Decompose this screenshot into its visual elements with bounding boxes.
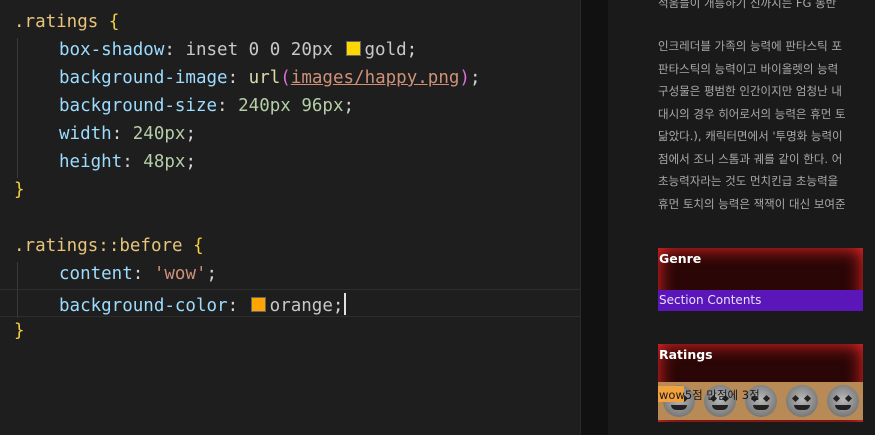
code-line-3[interactable]: background-image: url(images/happy.png); xyxy=(59,64,480,92)
brace-close: } xyxy=(14,180,25,200)
genre-title: Genre xyxy=(659,251,702,266)
css-property: background-color xyxy=(59,296,228,316)
code-line-4[interactable]: background-size: 240px 96px; xyxy=(59,92,354,120)
code-editor[interactable]: .ratings { box-shadow: inset 0 0 20px go… xyxy=(0,0,580,435)
css-value: inset 0 0 20px xyxy=(185,40,333,60)
pumpkin-icon xyxy=(786,385,818,417)
css-function: url xyxy=(248,68,281,88)
css-property: background-image xyxy=(59,68,228,88)
css-selector: .ratings::before xyxy=(14,236,183,256)
text-cursor xyxy=(344,293,347,315)
css-property: width xyxy=(59,124,112,144)
paragraph-line: 구성물은 평범한 인간이지만 엄청난 내 xyxy=(658,84,842,98)
paragraph-line: 초능력자라는 것도 먼치킨급 초능력을 xyxy=(658,174,839,188)
code-line-12[interactable]: } xyxy=(14,317,25,345)
code-line-1[interactable]: .ratings { xyxy=(14,8,119,36)
css-value: 240px xyxy=(132,124,186,144)
code-line-11[interactable]: background-color: orange; xyxy=(59,289,347,317)
paragraph-line: 인크레더블 가족의 능력에 판타스틱 포 xyxy=(658,39,842,53)
color-swatch-orange[interactable] xyxy=(250,297,266,312)
color-swatch-gold[interactable] xyxy=(345,41,361,56)
genre-section-contents: Section Contents xyxy=(658,290,863,311)
top-text: 석움들이 개릉하기 신까지는 FG 동반 xyxy=(658,0,837,10)
paragraph-line: 대시의 경우 히어로서의 능력은 휴먼 토 xyxy=(658,106,846,121)
code-line-5[interactable]: width: 240px; xyxy=(59,120,196,148)
code-line-10[interactable]: content: 'wow'; xyxy=(59,260,217,288)
css-value: 240px 96px xyxy=(238,96,344,116)
brace-close: } xyxy=(14,321,25,341)
paragraph-line: 휴먼 토치의 능력은 잭잭이 대신 보여준 xyxy=(658,196,846,211)
paragraph-line: 점에서 조니 스톰과 궤를 같이 한다. 어 xyxy=(658,151,843,166)
code-line-2[interactable]: box-shadow: inset 0 0 20px gold; xyxy=(59,36,417,64)
ratings-title: Ratings xyxy=(659,347,713,362)
paragraph-line: 판타스틱의 능력이고 바이올렛의 능력 xyxy=(658,61,839,76)
rating-text: wow5점 만점에 3점 xyxy=(659,388,760,402)
ratings-image-strip: wow5점 만점에 3점 xyxy=(658,382,863,420)
css-value: 48px xyxy=(143,152,186,172)
css-value: gold xyxy=(364,40,407,60)
css-value: orange xyxy=(269,296,333,316)
css-string: 'wow' xyxy=(153,264,207,284)
css-property: height xyxy=(59,152,123,172)
url-link[interactable]: images/happy.png xyxy=(291,68,460,88)
genre-box: Genre Section Contents xyxy=(658,248,863,311)
css-property: box-shadow xyxy=(59,40,165,60)
css-selector: .ratings xyxy=(14,12,99,32)
paragraph-line: 닮았다.), 캐릭터면에서 '투명화 능력이 xyxy=(658,129,843,143)
css-property: content xyxy=(59,264,133,284)
pumpkin-icon xyxy=(827,385,859,417)
brace-open: { xyxy=(108,12,120,32)
indent-guide xyxy=(17,38,18,178)
pane-divider[interactable] xyxy=(580,0,609,435)
code-line-9[interactable]: .ratings::before { xyxy=(14,232,204,260)
ratings-box: Ratings wow5점 만점에 3점 xyxy=(658,344,863,422)
brace-open: { xyxy=(193,236,204,256)
code-line-7[interactable]: } xyxy=(14,176,25,204)
css-property: background-size xyxy=(59,96,218,116)
browser-preview[interactable]: 석움들이 개릉하기 신까지는 FG 동반 인크레더블 가족의 능력에 판타스틱 … xyxy=(608,0,875,435)
code-line-6[interactable]: height: 48px; xyxy=(59,148,196,176)
